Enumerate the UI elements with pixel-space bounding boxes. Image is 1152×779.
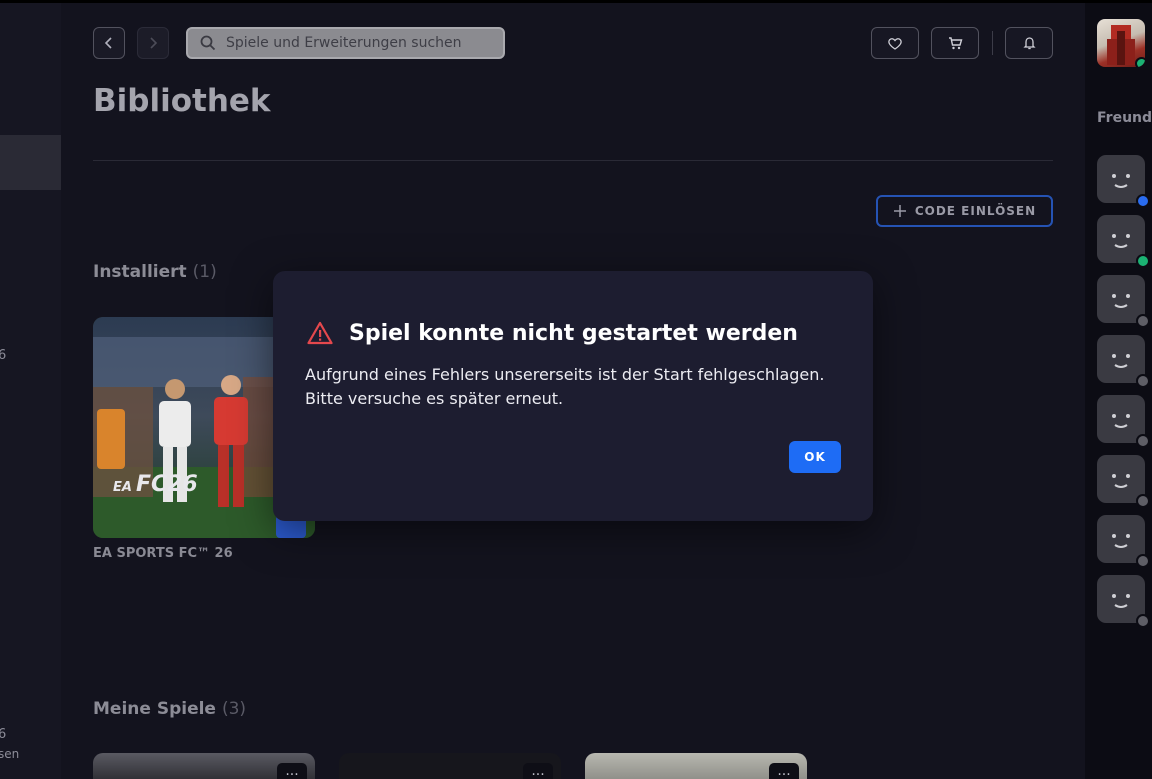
game-logo: FC26 xyxy=(135,472,198,497)
more-options-button[interactable]: ... xyxy=(523,763,553,779)
installed-count: (1) xyxy=(192,262,217,282)
friends-label: Freunde xyxy=(1097,110,1152,126)
offline-status-badge xyxy=(1136,374,1150,388)
game-card[interactable]: ... xyxy=(93,753,315,779)
game-card[interactable]: ... xyxy=(339,753,561,779)
avatar[interactable] xyxy=(1097,19,1145,67)
redeem-code-button[interactable]: CODE EINLÖSEN xyxy=(876,195,1053,227)
friend-avatar[interactable] xyxy=(1097,575,1150,628)
installed-section-title: Installiert (1) xyxy=(93,262,217,282)
offline-status-badge xyxy=(1136,614,1150,628)
notifications-button[interactable] xyxy=(1005,27,1053,59)
page-title: Bibliothek xyxy=(93,83,271,119)
chevron-right-icon xyxy=(150,37,158,49)
friend-avatar[interactable] xyxy=(1097,395,1150,448)
search-bar[interactable] xyxy=(186,27,505,59)
friend-avatar[interactable] xyxy=(1097,275,1150,328)
friend-avatar[interactable] xyxy=(1097,155,1150,208)
dialog-title: Spiel konnte nicht gestartet werden xyxy=(349,321,798,346)
dialog-message: Aufgrund eines Fehlers unsererseits ist … xyxy=(305,365,825,408)
heart-icon xyxy=(888,37,902,50)
game-title[interactable]: EA SPORTS FC™ 26 xyxy=(93,546,233,561)
online-status-badge xyxy=(1136,254,1150,268)
header-divider xyxy=(992,31,993,55)
forward-button[interactable] xyxy=(137,27,169,59)
warning-icon xyxy=(307,321,333,345)
offline-status-badge xyxy=(1136,314,1150,328)
sidebar-item-selected[interactable] xyxy=(0,135,61,190)
chevron-left-icon xyxy=(104,37,112,49)
title-divider xyxy=(93,160,1053,161)
redeem-code-label: CODE EINLÖSEN xyxy=(914,204,1037,218)
cart-icon xyxy=(948,37,962,50)
offline-status-badge xyxy=(1136,494,1150,508)
cart-button[interactable] xyxy=(931,27,979,59)
my-games-title: Meine Spiele xyxy=(93,699,216,719)
back-button[interactable] xyxy=(93,27,125,59)
offline-status-badge xyxy=(1136,434,1150,448)
away-status-badge xyxy=(1136,194,1150,208)
plus-icon xyxy=(893,205,906,217)
more-options-button[interactable]: ... xyxy=(277,763,307,779)
friend-avatar[interactable] xyxy=(1097,215,1150,268)
my-games-section-title: Meine Spiele (3) xyxy=(93,699,246,719)
wishlist-button[interactable] xyxy=(871,27,919,59)
friend-avatar[interactable] xyxy=(1097,335,1150,388)
friend-avatar[interactable] xyxy=(1097,455,1150,508)
ok-button[interactable]: OK xyxy=(789,441,841,473)
publisher-logo: EA xyxy=(113,480,132,495)
installed-title: Installiert xyxy=(93,262,187,282)
online-status-badge xyxy=(1135,57,1145,67)
more-options-button[interactable]: ... xyxy=(769,763,799,779)
friend-avatar[interactable] xyxy=(1097,515,1150,568)
my-games-count: (3) xyxy=(221,699,247,719)
offline-status-badge xyxy=(1136,554,1150,568)
error-dialog: Spiel konnte nicht gestartet werden Aufg… xyxy=(273,271,873,521)
search-icon xyxy=(200,35,216,51)
search-input[interactable] xyxy=(226,35,486,51)
bell-icon xyxy=(1022,37,1036,50)
left-sidebar xyxy=(0,3,61,779)
game-card[interactable]: ... xyxy=(585,753,807,779)
